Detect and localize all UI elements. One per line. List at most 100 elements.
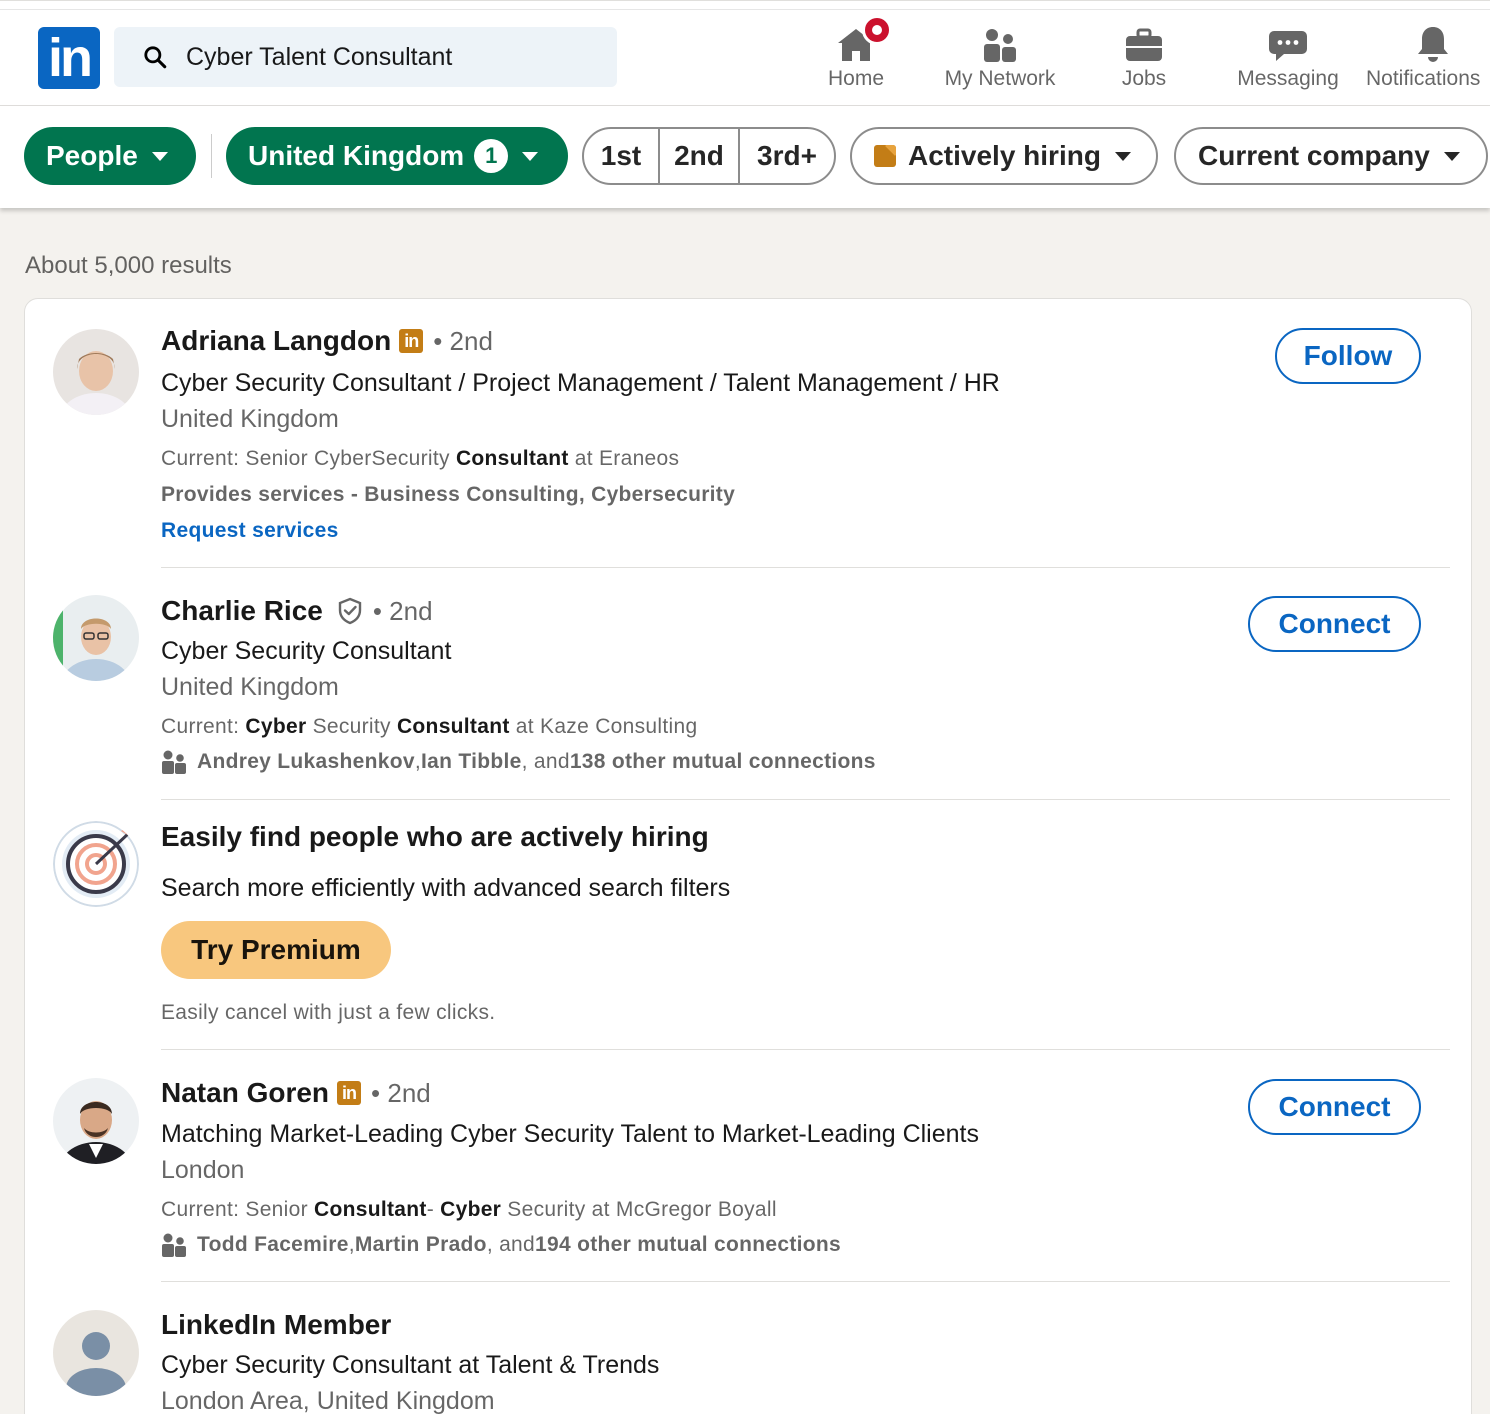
chevron-down-icon: [1443, 151, 1460, 161]
filter-count-badge: 1: [474, 139, 509, 173]
global-nav: in Home My Network Jobs Messaging Notifi: [0, 0, 1490, 106]
filter-people[interactable]: People: [24, 127, 196, 185]
filter-current-company-label: Current company: [1198, 140, 1430, 171]
nav-notifications-label: Notifications: [1366, 67, 1481, 90]
result-divider: [161, 1281, 1450, 1282]
mutual-name: Martin Prado: [354, 1233, 487, 1256]
connect-button[interactable]: Connect: [1248, 1079, 1421, 1135]
filter-divider: [211, 134, 212, 178]
try-premium-button[interactable]: Try Premium: [161, 921, 391, 979]
mutual-name: Andrey Lukashenkov: [197, 750, 415, 773]
chevron-down-icon: [151, 151, 168, 161]
profile-location: United Kingdom: [161, 673, 339, 701]
nav-notifications[interactable]: Notifications: [1366, 19, 1490, 99]
current-mid: -: [426, 1198, 441, 1221]
profile-name[interactable]: LinkedIn Member: [161, 1309, 391, 1341]
profile-headline: Cyber Security Consultant at Talent & Tr…: [161, 1351, 660, 1379]
linkedin-logo[interactable]: in: [38, 27, 100, 89]
profile-current-position: Current: Cyber Security Consultant at Ka…: [161, 715, 697, 739]
nav-messaging-label: Messaging: [1237, 67, 1339, 90]
connection-degree: • 2nd: [433, 325, 493, 356]
current-suffix: at Kaze Consulting: [509, 715, 698, 738]
filter-current-company[interactable]: Current company: [1174, 127, 1488, 185]
verified-shield-icon: [338, 597, 362, 625]
filter-actively-hiring[interactable]: Actively hiring: [850, 127, 1158, 185]
current-mid: Security: [306, 715, 397, 738]
filter-people-label: People: [46, 140, 138, 171]
avatar[interactable]: [53, 329, 139, 415]
people-icon: [162, 750, 186, 774]
search-box[interactable]: [114, 27, 617, 87]
current-suffix: at Eraneos: [568, 447, 680, 470]
connect-button[interactable]: Connect: [1248, 596, 1421, 652]
profile-name[interactable]: Adriana Langdon: [161, 325, 391, 357]
current-prefix: Current:: [161, 715, 246, 738]
people-icon: [162, 1233, 186, 1257]
filter-2nd[interactable]: 2nd: [658, 129, 738, 183]
profile-name[interactable]: Charlie Rice: [161, 595, 323, 627]
profile-name[interactable]: Natan Goren: [161, 1077, 329, 1109]
result-divider: [161, 567, 1450, 568]
search-input[interactable]: [186, 42, 586, 72]
mutual-name: Ian Tibble: [420, 750, 522, 773]
nav-my-network-label: My Network: [944, 67, 1056, 90]
profile-location: London: [161, 1156, 245, 1184]
result-name-row: Charlie Rice • 2nd: [161, 595, 433, 627]
premium-icon: [874, 145, 896, 167]
search-icon: [144, 46, 167, 69]
current-keyword: Consultant: [396, 715, 510, 738]
promo-title: Easily find people who are actively hiri…: [161, 821, 709, 852]
avatar[interactable]: [53, 595, 139, 681]
promo-note: Easily cancel with just a few clicks.: [161, 1001, 496, 1024]
profile-headline: Cyber Security Consultant: [161, 637, 452, 665]
avatar: [53, 1310, 139, 1396]
top-border: [0, 9, 1490, 10]
chevron-down-icon: [1114, 151, 1131, 161]
current-prefix: Current: Senior CyberSecurity: [161, 447, 456, 470]
nav-home[interactable]: Home: [820, 15, 892, 99]
result-divider: [161, 1049, 1450, 1050]
filter-3rd-plus[interactable]: 3rd+: [738, 129, 834, 183]
mutual-connections[interactable]: Andrey Lukashenkov, Ian Tibble, and 138 …: [161, 749, 876, 775]
chevron-down-icon: [522, 151, 539, 161]
result-name-row: LinkedIn Member: [161, 1309, 391, 1341]
promo-subtitle: Search more efficiently with advanced se…: [161, 874, 731, 902]
profile-headline: Matching Market-Leading Cyber Security T…: [161, 1120, 979, 1148]
current-keyword: Consultant: [314, 1198, 427, 1221]
nav-my-network[interactable]: My Network: [936, 19, 1064, 99]
search-filter-bar: People United Kingdom 1 1st 2nd 3rd+ Act…: [0, 106, 1490, 208]
mutual-connections[interactable]: Todd Facemire, Martin Prado, and 194 oth…: [161, 1232, 841, 1258]
follow-button[interactable]: Follow: [1275, 328, 1421, 384]
mutual-and: , and: [486, 1233, 536, 1256]
chat-icon: [1269, 31, 1307, 61]
filter-1st[interactable]: 1st: [584, 129, 658, 183]
linkedin-premium-icon: in: [337, 1081, 362, 1105]
mutual-name: Todd Facemire: [197, 1233, 349, 1256]
mutual-and: , and: [521, 750, 570, 773]
current-keyword: Cyber: [440, 1198, 502, 1221]
mutual-count: 194 other mutual connections: [535, 1233, 841, 1256]
filter-location-label: United Kingdom: [248, 140, 465, 171]
nav-jobs-label: Jobs: [1121, 67, 1167, 90]
connection-degree: • 2nd: [371, 1077, 431, 1108]
filter-location[interactable]: United Kingdom 1: [226, 127, 568, 185]
profile-location: London Area, United Kingdom: [161, 1387, 495, 1414]
nav-messaging[interactable]: Messaging: [1230, 19, 1346, 99]
avatar[interactable]: [53, 1078, 139, 1164]
connection-degree-filter: 1st 2nd 3rd+: [582, 127, 836, 185]
result-name-row: Adriana Langdon in • 2nd: [161, 325, 493, 357]
target-icon: [53, 821, 139, 907]
result-divider: [161, 799, 1450, 800]
briefcase-icon: [1126, 28, 1162, 61]
nav-jobs[interactable]: Jobs: [1112, 19, 1176, 99]
profile-headline: Cyber Security Consultant / Project Mana…: [161, 369, 1000, 397]
results-card: Adriana Langdon in • 2nd Cyber Security …: [24, 298, 1472, 1414]
profile-services: Provides services - Business Consulting,…: [161, 483, 736, 506]
current-suffix: Security at McGregor Boyall: [501, 1198, 777, 1221]
request-services-link[interactable]: Request services: [161, 519, 339, 543]
connection-degree: • 2nd: [372, 595, 433, 626]
profile-location: United Kingdom: [161, 405, 339, 433]
current-prefix: Current: Senior: [161, 1198, 315, 1221]
result-name-row: Natan Goren in • 2nd: [161, 1077, 431, 1109]
filter-actively-hiring-label: Actively hiring: [908, 140, 1101, 171]
